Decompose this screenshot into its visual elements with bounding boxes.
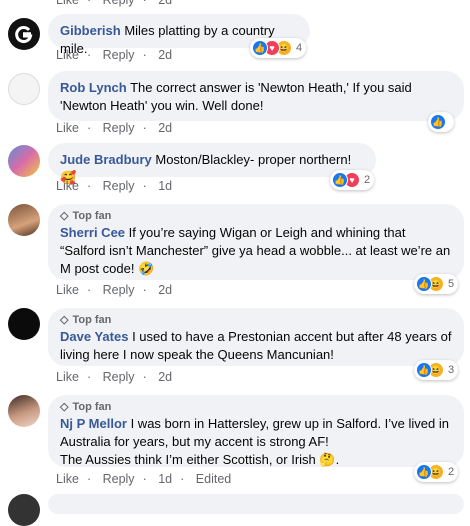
comment-actions: Like · Reply · 2d — [56, 121, 173, 135]
timestamp: 2d — [158, 48, 173, 62]
reaction-count: 4 — [296, 42, 303, 54]
like-link[interactable]: Like — [56, 283, 79, 297]
comment-bubble — [48, 494, 464, 514]
timestamp: 2d — [158, 283, 173, 297]
reaction-summary[interactable]: 👍 — [428, 112, 454, 132]
reaction-count: 5 — [448, 278, 455, 290]
comment-actions: Like · Reply · 1d · Edited — [56, 472, 232, 486]
timestamp: 2d — [158, 370, 173, 384]
diamond-icon: ◇ — [60, 401, 69, 413]
comment-actions: Like · Reply · 2d — [56, 370, 173, 384]
reaction-summary[interactable]: 👍 😆 2 — [414, 462, 459, 482]
avatar[interactable] — [8, 204, 40, 236]
top-fan-badge: ◇ Top fan — [60, 314, 112, 326]
reply-link[interactable]: Reply — [103, 48, 135, 62]
reply-link[interactable]: Reply — [103, 283, 135, 297]
comment-bubble: ◇ Top fan Dave Yates I used to have a Pr… — [48, 308, 464, 366]
timestamp: 2d — [158, 0, 173, 7]
like-reaction-icon: 👍 — [416, 276, 432, 292]
like-link[interactable]: Like — [56, 472, 79, 486]
timestamp: 1d — [158, 179, 173, 193]
top-fan-badge: ◇ Top fan — [60, 210, 112, 222]
comment-actions: Like · Reply · 2d — [56, 0, 180, 7]
avatar[interactable] — [8, 145, 40, 177]
comment-actions: Like · Reply · 2d — [56, 283, 173, 297]
diamond-icon: ◇ — [60, 210, 69, 222]
author-name[interactable]: Sherri Cee — [60, 225, 125, 240]
reaction-count: 2 — [364, 174, 371, 186]
top-fan-badge: ◇ Top fan — [60, 401, 112, 413]
avatar[interactable] — [8, 73, 40, 105]
g-logo-icon — [15, 26, 33, 43]
timestamp: 1d — [158, 472, 173, 486]
reaction-summary[interactable]: 👍 ♥ 2 — [330, 170, 375, 190]
comment-actions: Like · Reply · 1d — [56, 179, 173, 193]
comment-bubble: ◇ Top fan Nj P Mellor I was born in Hatt… — [48, 395, 464, 467]
author-name[interactable]: Nj P Mellor — [60, 416, 127, 431]
comment-bubble: ◇ Top fan Sherri Cee If you’re saying Wi… — [48, 204, 464, 280]
like-reaction-icon: 👍 — [430, 114, 446, 130]
reaction-summary[interactable]: 👍 😆 3 — [414, 360, 459, 380]
comment-bubble: Rob Lynch The correct answer is 'Newton … — [48, 71, 464, 121]
timestamp: 2d — [158, 121, 173, 135]
avatar[interactable] — [8, 395, 40, 427]
like-reaction-icon: 👍 — [416, 464, 432, 480]
reaction-count: 3 — [448, 364, 455, 376]
reply-link[interactable]: Reply — [103, 472, 135, 486]
avatar[interactable] — [8, 494, 40, 526]
like-reaction-icon: 👍 — [252, 40, 268, 56]
reply-link[interactable]: Reply — [103, 370, 135, 384]
like-link[interactable]: Like — [56, 179, 79, 193]
comment-actions: Like · Reply · 2d — [56, 48, 173, 62]
diamond-icon: ◇ — [60, 314, 69, 326]
comment-bubble: Jude Bradbury Moston/Blackley- proper no… — [48, 143, 376, 185]
reaction-count: 2 — [448, 466, 455, 478]
like-reaction-icon: 👍 — [332, 172, 348, 188]
author-name[interactable]: Rob Lynch — [60, 80, 127, 95]
reply-link[interactable]: Reply — [103, 0, 135, 7]
like-link[interactable]: Like — [56, 48, 79, 62]
like-link[interactable]: Like — [56, 0, 79, 7]
comment-text-line: The Aussies think I’m either Scottish, o… — [60, 452, 340, 467]
author-name[interactable]: Dave Yates — [60, 329, 128, 344]
author-name[interactable]: Gibberish — [60, 23, 121, 38]
like-link[interactable]: Like — [56, 121, 79, 135]
edited-label: Edited — [195, 472, 232, 486]
author-name[interactable]: Jude Bradbury — [60, 152, 152, 167]
like-link[interactable]: Like — [56, 370, 79, 384]
like-reaction-icon: 👍 — [416, 362, 432, 378]
reply-link[interactable]: Reply — [103, 179, 135, 193]
reaction-summary[interactable]: 👍 ♥ 😆 4 — [250, 38, 307, 58]
avatar[interactable] — [8, 308, 40, 340]
avatar[interactable] — [8, 18, 40, 50]
reply-link[interactable]: Reply — [103, 121, 135, 135]
reaction-summary[interactable]: 👍 😆 5 — [414, 274, 459, 294]
